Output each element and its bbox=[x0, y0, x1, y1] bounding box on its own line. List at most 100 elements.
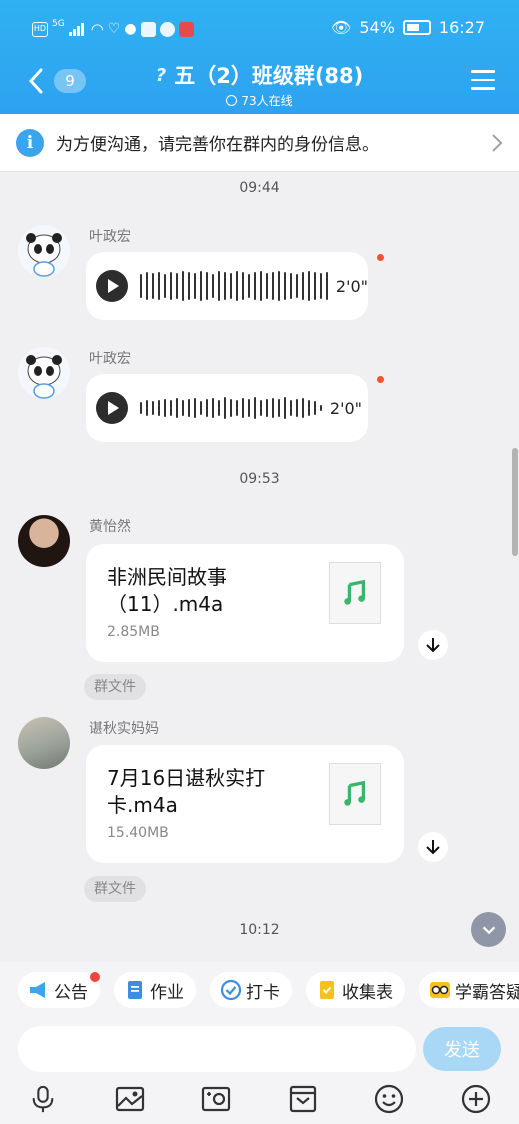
waveform-bar bbox=[253, 272, 257, 300]
status-bar: HD 5G ◠ ♡ ● 👁 54% 16:27 bbox=[0, 14, 519, 44]
file-message[interactable]: 7月16日谌秋实打卡.m4a 15.40MB bbox=[86, 745, 404, 863]
waveform-bar bbox=[301, 398, 304, 418]
play-icon[interactable] bbox=[96, 270, 128, 302]
waveform-bar bbox=[151, 273, 155, 299]
waveform-bar bbox=[247, 274, 251, 298]
waveform-bar bbox=[319, 273, 322, 299]
avatar[interactable] bbox=[18, 347, 70, 399]
waveform-bar bbox=[140, 402, 143, 414]
chip-label: 打卡 bbox=[246, 982, 280, 1003]
waveform-bar bbox=[169, 400, 173, 416]
waveform-bar bbox=[247, 399, 251, 417]
profile-notice-bar[interactable]: i 为方便沟通，请完善你在群内的身份信息。 bbox=[0, 114, 519, 172]
waveform-bar bbox=[223, 272, 227, 300]
network-type-label: 5G bbox=[52, 19, 65, 29]
camera-icon[interactable] bbox=[198, 1082, 234, 1116]
waveform-bar bbox=[163, 274, 167, 298]
file-message[interactable]: 非洲民间故事（11）.m4a 2.85MB bbox=[86, 544, 404, 662]
scroll-to-bottom-button[interactable] bbox=[471, 912, 506, 947]
waveform-bar bbox=[295, 399, 298, 417]
chat-title[interactable]: ? 五（2）班级群(88) bbox=[156, 60, 363, 90]
sender-name: 叶政宏 bbox=[89, 351, 131, 367]
voice-message[interactable]: 2'0" bbox=[86, 252, 368, 320]
avatar[interactable] bbox=[18, 717, 70, 769]
waveform-bar bbox=[157, 272, 161, 300]
document-icon bbox=[124, 979, 146, 1001]
file-size: 15.40MB bbox=[107, 825, 169, 841]
waveform-bar bbox=[229, 399, 233, 417]
clock-icon bbox=[226, 95, 238, 106]
waveform-bar bbox=[151, 401, 155, 415]
waveform-bar bbox=[181, 271, 185, 301]
timestamp: 09:44 bbox=[239, 180, 280, 196]
waveform-bar bbox=[140, 274, 143, 298]
voice-duration: 2'0" bbox=[329, 398, 363, 418]
waveform-bar bbox=[163, 399, 167, 417]
download-arrow-icon bbox=[426, 840, 440, 855]
file-name: 非洲民间故事（11）.m4a bbox=[107, 565, 227, 616]
sender-name: 叶政宏 bbox=[89, 229, 131, 245]
avatar[interactable] bbox=[18, 225, 70, 277]
voice-message[interactable]: 2'0" bbox=[86, 374, 368, 442]
sticker-box-icon[interactable] bbox=[285, 1082, 321, 1116]
message-input[interactable] bbox=[18, 1026, 416, 1072]
chip-label: 公告 bbox=[54, 982, 88, 1003]
profile-notice-text: 为方便沟通，请完善你在群内的身份信息。 bbox=[56, 135, 379, 155]
signal-icon bbox=[68, 22, 87, 36]
avatar[interactable] bbox=[18, 515, 70, 567]
download-button[interactable] bbox=[418, 630, 448, 660]
hd-icon: HD bbox=[32, 21, 48, 37]
waveform-bar bbox=[211, 274, 215, 298]
collect-form-chip[interactable]: 收集表 bbox=[306, 972, 405, 1008]
waveform-bar bbox=[259, 400, 263, 416]
waveform-bar bbox=[205, 272, 209, 300]
chip-label: 收集表 bbox=[342, 982, 393, 1003]
chip-label: 学霸答疑 bbox=[455, 982, 519, 1003]
wifi-icon: ◠ bbox=[90, 20, 104, 38]
glasses-icon bbox=[429, 979, 451, 1001]
play-icon[interactable] bbox=[96, 392, 128, 424]
waveform-bar bbox=[187, 272, 191, 300]
waveform bbox=[140, 392, 322, 424]
waveform-bar bbox=[259, 271, 263, 301]
emoji-icon[interactable] bbox=[371, 1082, 407, 1116]
checkin-chip[interactable]: 打卡 bbox=[210, 972, 292, 1008]
timestamp: 10:12 bbox=[239, 922, 280, 938]
waveform-bar bbox=[169, 272, 173, 300]
waveform-bar bbox=[283, 272, 287, 300]
unread-dot bbox=[377, 254, 384, 261]
waveform-bar bbox=[187, 399, 191, 417]
browser-app-icon bbox=[159, 21, 175, 37]
waveform-bar bbox=[157, 400, 161, 416]
waveform-bar bbox=[241, 398, 245, 418]
waveform-bar bbox=[193, 398, 197, 418]
bottom-toolbar bbox=[0, 1080, 519, 1120]
send-button[interactable]: 发送 bbox=[423, 1027, 501, 1071]
megaphone-icon bbox=[28, 979, 50, 1001]
panda-avatar-icon bbox=[26, 355, 62, 399]
download-button[interactable] bbox=[418, 832, 448, 862]
microphone-icon[interactable] bbox=[25, 1082, 61, 1116]
waveform-bar bbox=[313, 272, 316, 300]
menu-button[interactable] bbox=[471, 70, 495, 92]
homework-chip[interactable]: 作业 bbox=[114, 972, 196, 1008]
unread-dot bbox=[377, 376, 384, 383]
sender-name: 谌秋实妈妈 bbox=[89, 721, 159, 737]
battery-icon bbox=[402, 20, 431, 35]
sender-name: 黄怡然 bbox=[89, 519, 131, 535]
plus-icon[interactable] bbox=[458, 1082, 494, 1116]
waveform-bar bbox=[193, 273, 197, 299]
group-file-tag: 群文件 bbox=[84, 674, 146, 700]
waveform-bar bbox=[307, 271, 310, 301]
chevron-down-icon bbox=[482, 926, 495, 934]
music-app-icon bbox=[140, 21, 156, 37]
eye-icon: 👁 bbox=[331, 18, 352, 37]
waveform-bar bbox=[175, 273, 179, 299]
waveform-bar bbox=[289, 400, 292, 416]
scrollbar-thumb[interactable] bbox=[512, 448, 518, 556]
qa-chip[interactable]: 学霸答疑 bbox=[419, 972, 519, 1008]
image-icon[interactable] bbox=[112, 1082, 148, 1116]
file-name: 7月16日谌秋实打卡.m4a bbox=[107, 766, 266, 817]
waveform-bar bbox=[145, 272, 149, 300]
announcement-chip[interactable]: 公告 bbox=[18, 972, 100, 1008]
